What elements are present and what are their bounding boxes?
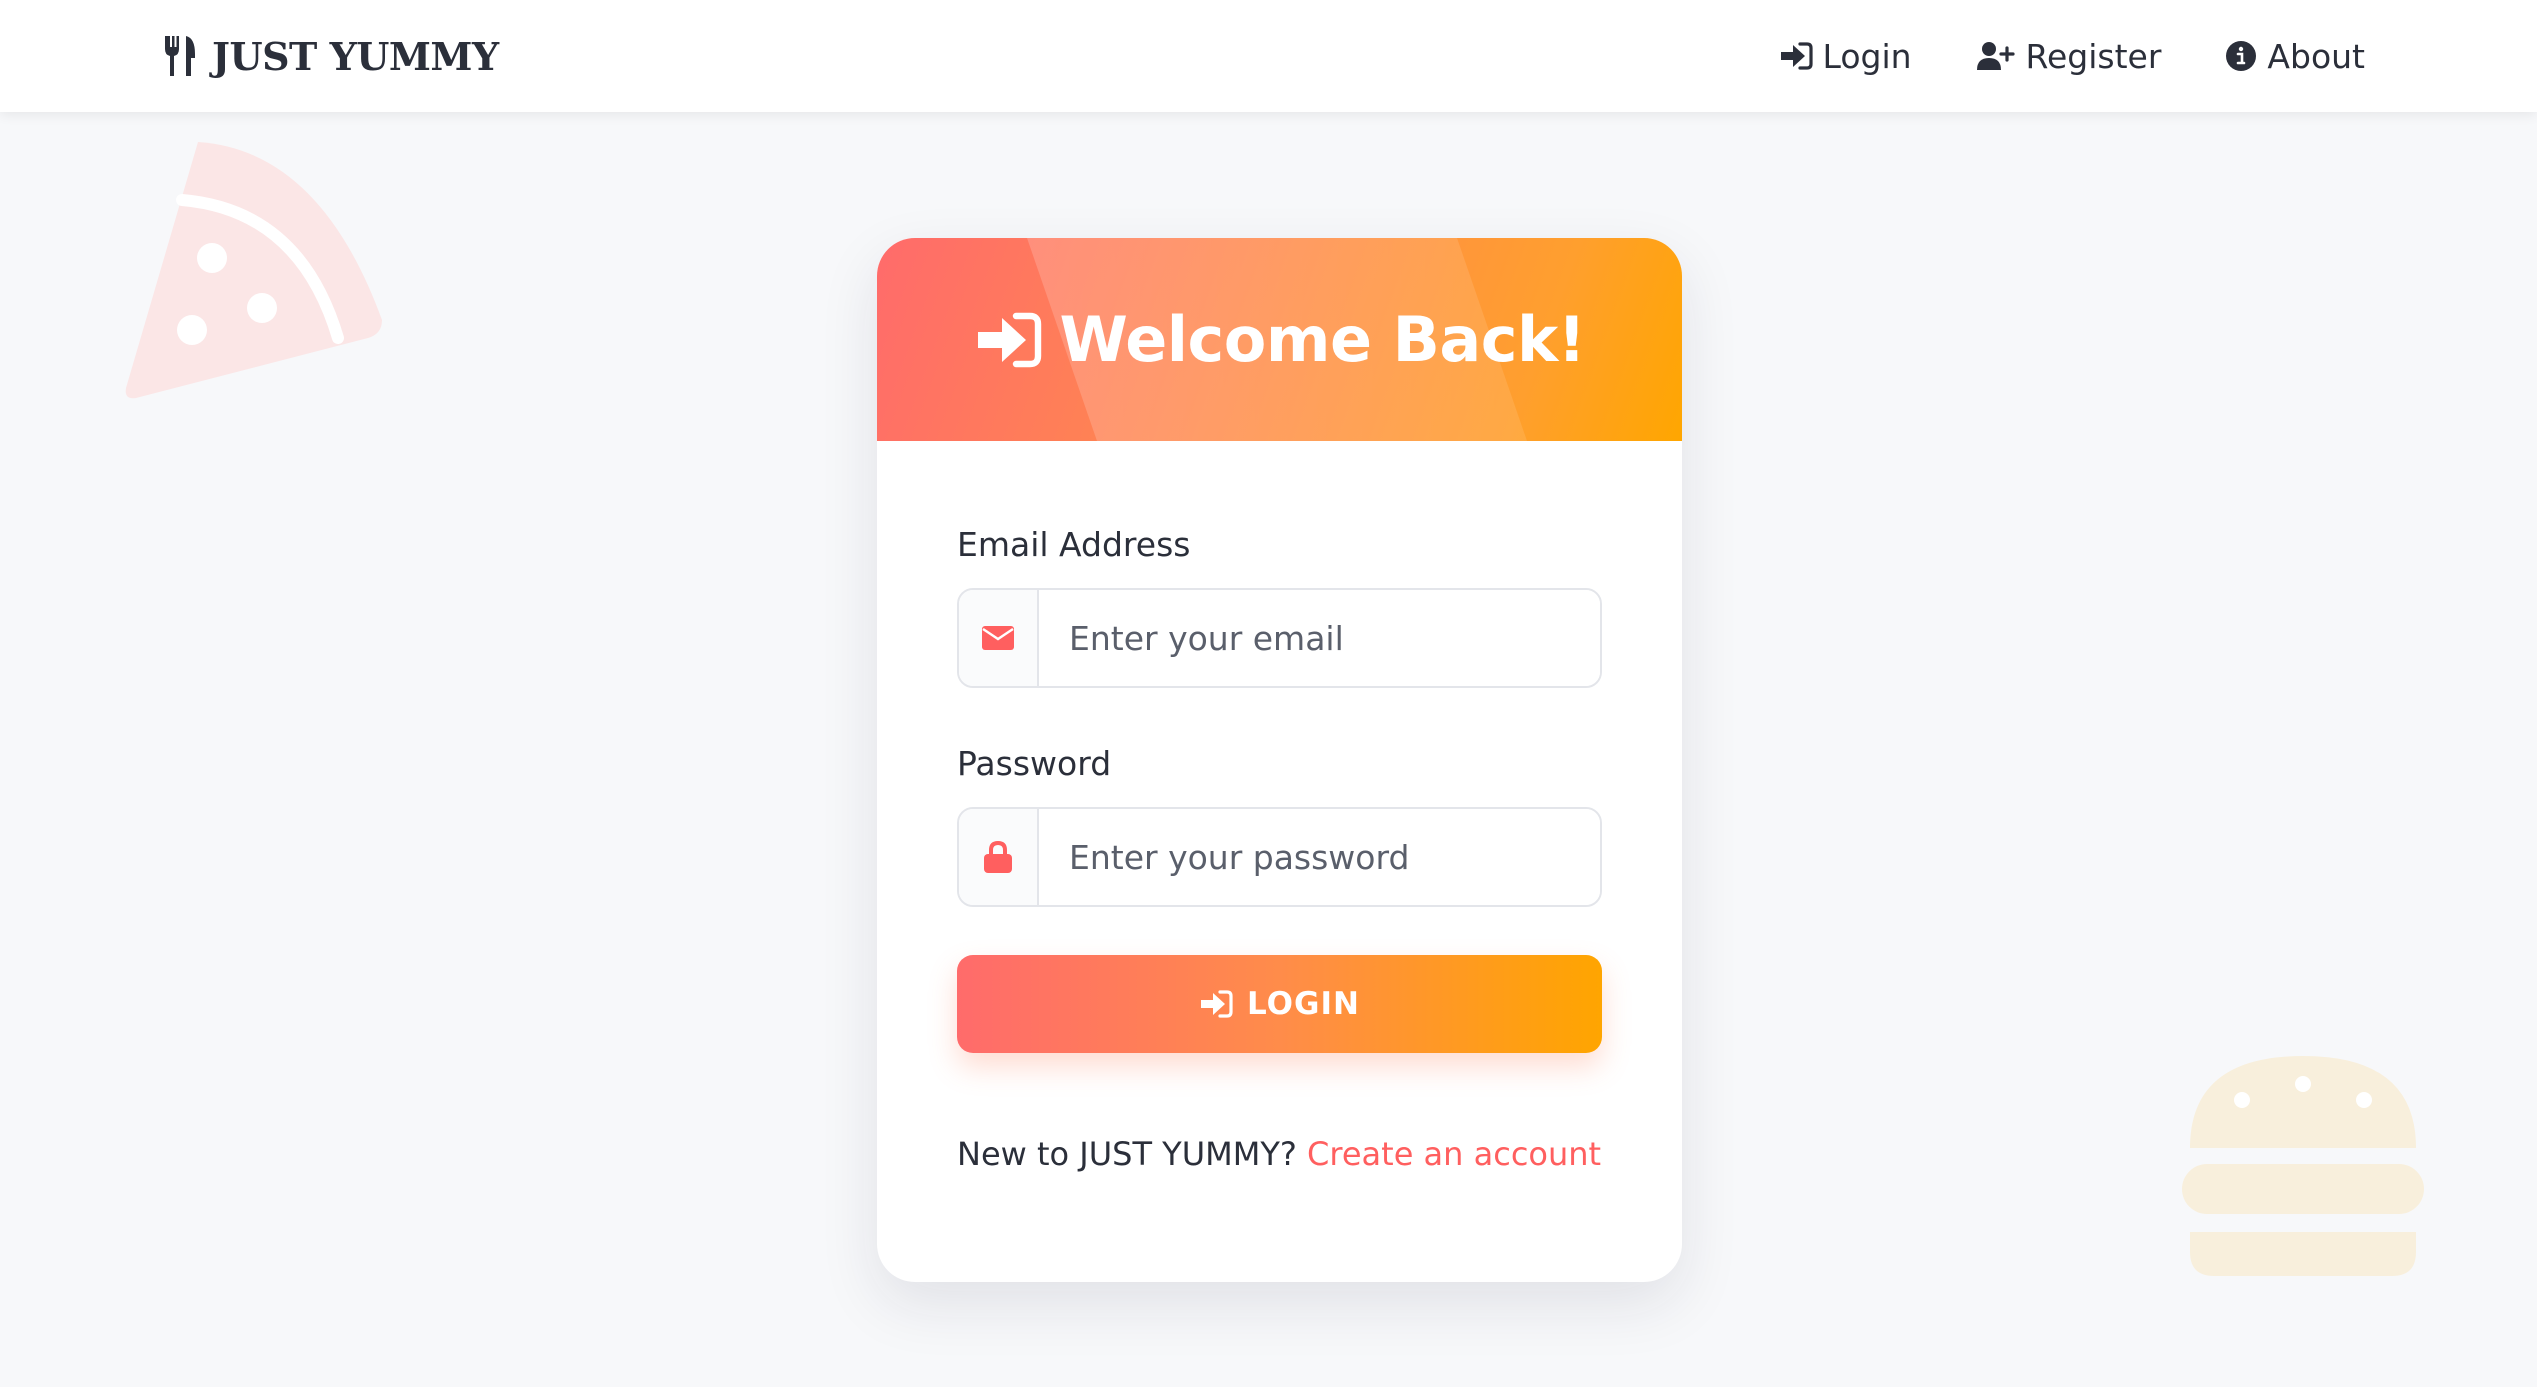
email-addon (959, 590, 1039, 686)
login-form: Email Address Password (877, 441, 1682, 1173)
burger-icon (2182, 1056, 2424, 1276)
password-input[interactable] (1039, 809, 1600, 905)
nav-links: Login Register About (1779, 28, 2365, 84)
nav-login-label: Login (1822, 36, 1912, 76)
register-prompt: New to JUST YUMMY? Create an account (957, 1135, 1602, 1173)
register-prompt-text: New to JUST YUMMY? (957, 1135, 1297, 1173)
card-title: Welcome Back! (1059, 303, 1586, 376)
nav-register-label: Register (2025, 36, 2162, 76)
sign-in-icon (977, 312, 1041, 367)
envelope-icon (982, 626, 1014, 650)
user-plus-icon (1976, 42, 2015, 70)
info-circle-icon (2226, 41, 2257, 71)
navbar: JUST YUMMY Login Register About (0, 0, 2537, 112)
email-label: Email Address (957, 525, 1191, 564)
utensils-icon (165, 36, 195, 76)
nav-register-link[interactable]: Register (1976, 36, 2162, 76)
login-button-label: LOGIN (1247, 986, 1360, 1022)
password-label: Password (957, 744, 1112, 783)
lock-icon (984, 841, 1012, 873)
email-input[interactable] (1039, 590, 1600, 686)
card-header: Welcome Back! (877, 238, 1682, 441)
create-account-link[interactable]: Create an account (1307, 1135, 1601, 1173)
login-button[interactable]: LOGIN (957, 955, 1602, 1053)
brand-logo[interactable]: JUST YUMMY (162, 30, 499, 82)
login-card: Welcome Back! Email Address Password (877, 238, 1682, 1282)
nav-login-link[interactable]: Login (1779, 37, 1912, 76)
nav-about-label: About (2267, 36, 2365, 76)
brand-name: JUST YUMMY (212, 33, 499, 79)
password-addon (959, 809, 1039, 905)
sign-in-icon (1201, 990, 1233, 1018)
email-input-group (957, 588, 1602, 688)
pizza-slice-icon (125, 142, 382, 399)
nav-about-link[interactable]: About (2225, 37, 2365, 76)
password-input-group (957, 807, 1602, 907)
sign-in-icon (1780, 42, 1813, 70)
